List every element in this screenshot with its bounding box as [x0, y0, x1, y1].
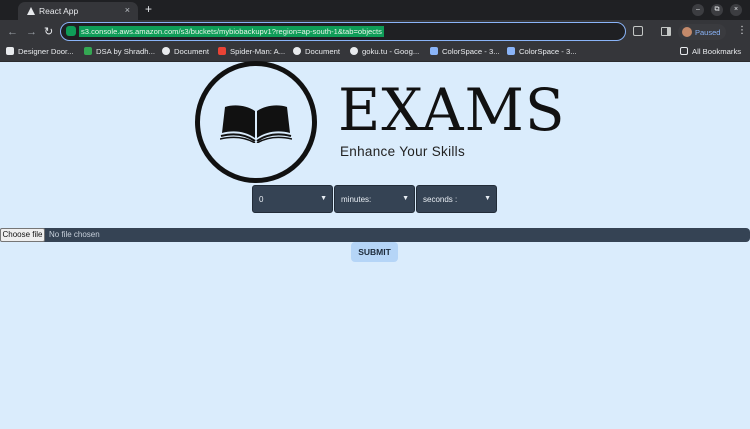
open-book-icon — [220, 105, 292, 143]
tab-title: React App — [39, 6, 79, 16]
bookmark-favicon-icon — [293, 47, 301, 55]
seconds-select[interactable]: seconds : ▼ — [416, 185, 497, 213]
bookmarks-bar: Designer Door... DSA by Shradh... Docume… — [0, 44, 750, 62]
minutes-select-value: minutes: — [341, 195, 372, 204]
menu-icon[interactable]: ⋮ — [737, 25, 747, 36]
bookmark-item[interactable]: Spider-Man: A... — [218, 46, 285, 58]
extensions-icon[interactable] — [633, 26, 643, 36]
bookmark-item[interactable]: Designer Door... — [6, 46, 74, 58]
minimize-button[interactable]: – — [692, 4, 704, 16]
new-tab-button[interactable]: + — [145, 2, 152, 16]
submit-button[interactable]: SUBMIT — [351, 242, 398, 262]
address-bar-url[interactable]: s3.console.aws.amazon.com/s3/buckets/myb… — [79, 25, 384, 37]
folder-icon — [680, 47, 688, 55]
bookmark-favicon-icon — [162, 47, 170, 55]
hours-select-value: 0 — [259, 195, 264, 204]
reload-icon[interactable]: ↻ — [44, 25, 53, 39]
file-input[interactable] — [0, 228, 750, 242]
seconds-select-value: seconds : — [423, 195, 458, 204]
bookmark-favicon-icon — [6, 47, 14, 55]
choose-file-button[interactable]: Choose file — [0, 228, 45, 242]
back-icon[interactable]: ← — [7, 25, 18, 39]
profile-status: Paused — [695, 28, 721, 37]
tab-react-app[interactable]: React App × — [18, 2, 138, 20]
bookmark-favicon-icon — [84, 47, 92, 55]
all-bookmarks-button[interactable]: All Bookmarks — [680, 46, 741, 58]
bookmark-item[interactable]: goku.tu - Goog... — [350, 46, 419, 58]
restore-button[interactable]: ⧉ — [711, 4, 723, 16]
avatar — [682, 27, 692, 37]
brand-title: EXAMS — [338, 76, 566, 144]
google-favicon-icon — [350, 47, 358, 55]
bookmark-item[interactable]: ColorSpace - 3... — [430, 46, 500, 58]
bookmark-item[interactable]: Document — [293, 46, 340, 58]
close-window-button[interactable]: × — [730, 4, 742, 16]
profile-button[interactable]: Paused — [678, 24, 726, 40]
chevron-down-icon: ▼ — [484, 195, 491, 202]
tab-strip: React App × + – ⧉ × — [0, 0, 750, 20]
chevron-down-icon: ▼ — [402, 195, 409, 202]
side-panel-icon[interactable] — [661, 27, 671, 36]
bookmark-item[interactable]: DSA by Shradh... — [84, 46, 155, 58]
bookmark-favicon-icon — [430, 47, 438, 55]
hours-select[interactable]: 0 ▼ — [252, 185, 333, 213]
site-info-icon[interactable] — [66, 26, 76, 36]
minutes-select[interactable]: minutes: ▼ — [334, 185, 415, 213]
chevron-down-icon: ▼ — [320, 195, 327, 202]
bookmark-item[interactable]: Document — [162, 46, 209, 58]
bookmark-item[interactable]: ColorSpace - 3... — [507, 46, 577, 58]
address-bar[interactable]: s3.console.aws.amazon.com/s3/buckets/myb… — [60, 22, 626, 41]
tab-close-icon[interactable]: × — [125, 5, 130, 15]
bookmark-favicon-icon — [507, 47, 515, 55]
bookmark-favicon-icon — [218, 47, 226, 55]
file-status: No file chosen — [49, 230, 100, 239]
forward-icon[interactable]: → — [26, 25, 37, 39]
react-favicon-icon — [27, 7, 35, 15]
tagline: Enhance Your Skills — [340, 144, 466, 159]
